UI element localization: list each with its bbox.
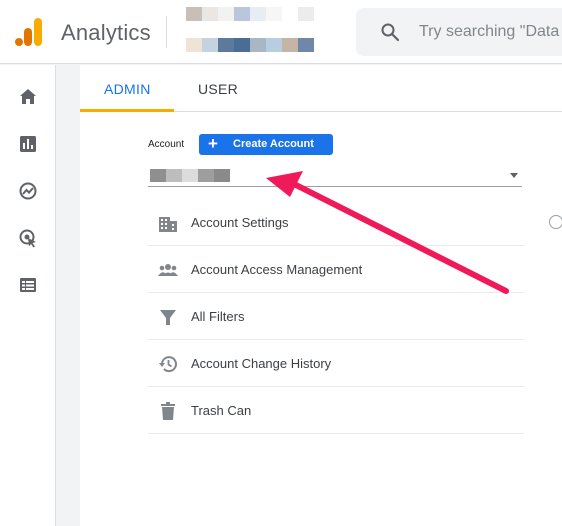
plus-icon: + — [208, 134, 218, 153]
menu-item-account-access-management[interactable]: Account Access Management — [148, 246, 524, 293]
menu-item-label: All Filters — [191, 309, 245, 324]
tab-admin[interactable]: ADMIN — [104, 81, 151, 97]
home-icon[interactable] — [18, 87, 38, 107]
admin-panel: ADMIN USER Account + Create Account Acco… — [80, 65, 562, 526]
create-account-button[interactable]: + Create Account — [199, 134, 333, 155]
building-icon — [159, 217, 177, 232]
menu-item-account-change-history[interactable]: Account Change History — [148, 340, 524, 387]
menu-item-all-filters[interactable]: All Filters — [148, 293, 524, 340]
trash-icon — [161, 402, 175, 420]
search-placeholder[interactable]: Try searching "Data — [419, 23, 559, 41]
menu-item-label: Trash Can — [191, 403, 252, 418]
redacted-property-name[interactable] — [186, 38, 314, 52]
menu-item-account-settings[interactable]: Account Settings — [148, 199, 524, 246]
scroll-handle-icon[interactable] — [549, 215, 562, 229]
filter-icon — [160, 310, 176, 325]
advertising-icon[interactable] — [18, 228, 38, 248]
explore-icon[interactable] — [18, 181, 38, 201]
menu-item-label: Account Settings — [191, 215, 289, 230]
active-tab-indicator — [80, 109, 174, 112]
search-icon — [381, 23, 400, 42]
redacted-selected-account — [150, 169, 230, 182]
history-icon — [159, 356, 177, 373]
app-title[interactable]: Analytics — [61, 20, 151, 46]
top-app-bar: Analytics Try searching "Data — [0, 0, 562, 64]
create-account-label: Create Account — [233, 138, 314, 150]
dropdown-arrow-icon — [510, 173, 518, 178]
people-icon — [158, 264, 178, 276]
title-divider — [166, 16, 167, 48]
menu-item-label: Account Access Management — [191, 262, 363, 277]
redacted-account-name[interactable] — [186, 7, 330, 21]
menu-item-label: Account Change History — [191, 356, 332, 371]
admin-tabs: ADMIN USER — [80, 65, 562, 112]
account-column-label: Account — [148, 139, 185, 150]
account-menu: Account Settings Account Access Manageme… — [148, 199, 524, 434]
account-selector[interactable] — [148, 167, 522, 187]
analytics-logo-icon[interactable] — [14, 16, 44, 48]
search-bar[interactable]: Try searching "Data — [356, 8, 562, 56]
side-navigation — [0, 65, 56, 526]
tab-user[interactable]: USER — [198, 81, 238, 97]
reports-icon[interactable] — [18, 134, 38, 154]
menu-item-trash-can[interactable]: Trash Can — [148, 387, 524, 434]
configure-icon[interactable] — [18, 275, 38, 295]
